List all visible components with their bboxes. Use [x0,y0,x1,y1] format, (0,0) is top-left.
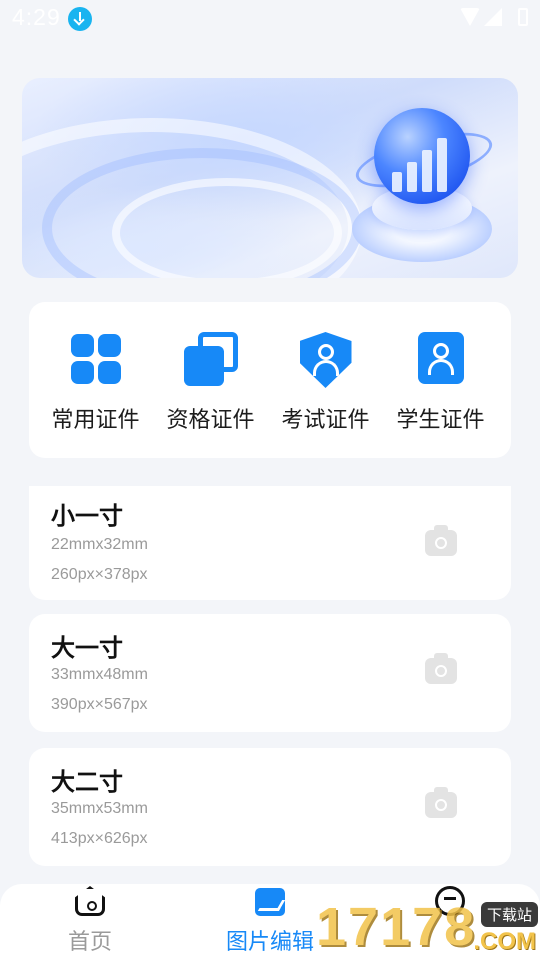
grid-icon [69,332,123,386]
category-card: 常用证件 资格证件 考试证件 学生证件 [29,302,511,458]
watermark-domain: .COM [473,928,536,955]
category-student-ids[interactable]: 学生证件 [383,332,498,434]
nav-label: 首页 [67,930,112,955]
promo-banner[interactable] [22,78,518,278]
status-bar: 4:29 [0,0,540,38]
wifi-icon [460,8,480,26]
status-indicators [460,8,528,26]
size-card-large-2inch[interactable]: 大二寸 35mmx53mm 413px×626px [29,748,511,866]
category-qualification-ids[interactable]: 资格证件 [153,332,268,434]
size-px: 390px×567px [51,696,148,713]
category-label: 学生证件 [396,408,485,433]
size-mm: 35mmx53mm [51,800,148,817]
image-edit-icon [255,888,285,916]
size-card-large-1inch[interactable]: 大一寸 33mmx48mm 390px×567px [29,614,511,732]
site-watermark: 17178 下载站 .COM [316,896,540,960]
shield-person-icon [299,332,353,388]
size-card-small-1inch[interactable]: 小一寸 22mmx32mm 260px×378px [29,486,511,600]
category-common-ids[interactable]: 常用证件 [38,332,153,434]
size-name: 大二寸 [51,768,123,796]
camera-icon[interactable] [425,653,457,684]
category-exam-ids[interactable]: 考试证件 [268,332,383,434]
home-icon [75,886,105,916]
badge-person-icon [414,332,468,386]
size-name: 大一寸 [51,634,123,662]
copy-icon [183,332,238,386]
size-mm: 33mmx48mm [51,666,148,683]
status-time: 4:29 [12,4,61,30]
category-label: 考试证件 [281,408,370,433]
download-icon [68,7,92,31]
category-label: 资格证件 [166,408,255,433]
signal-icon [484,8,502,26]
watermark-tag: 下载站 [480,902,538,927]
camera-icon[interactable] [425,525,457,556]
size-px: 260px×378px [51,566,148,583]
watermark-number: 17178 [316,897,477,957]
camera-icon[interactable] [425,787,457,818]
banner-wave [112,178,342,278]
size-name: 小一寸 [51,502,123,530]
size-mm: 22mmx32mm [51,536,148,553]
bar-chart-icon [392,138,447,192]
nav-home[interactable]: 首页 [60,884,120,956]
nav-label: 图片编辑 [225,930,314,955]
size-px: 413px×626px [51,830,148,847]
nav-image-edit[interactable]: 图片编辑 [220,884,320,956]
category-label: 常用证件 [51,408,140,433]
battery-icon [518,8,528,26]
